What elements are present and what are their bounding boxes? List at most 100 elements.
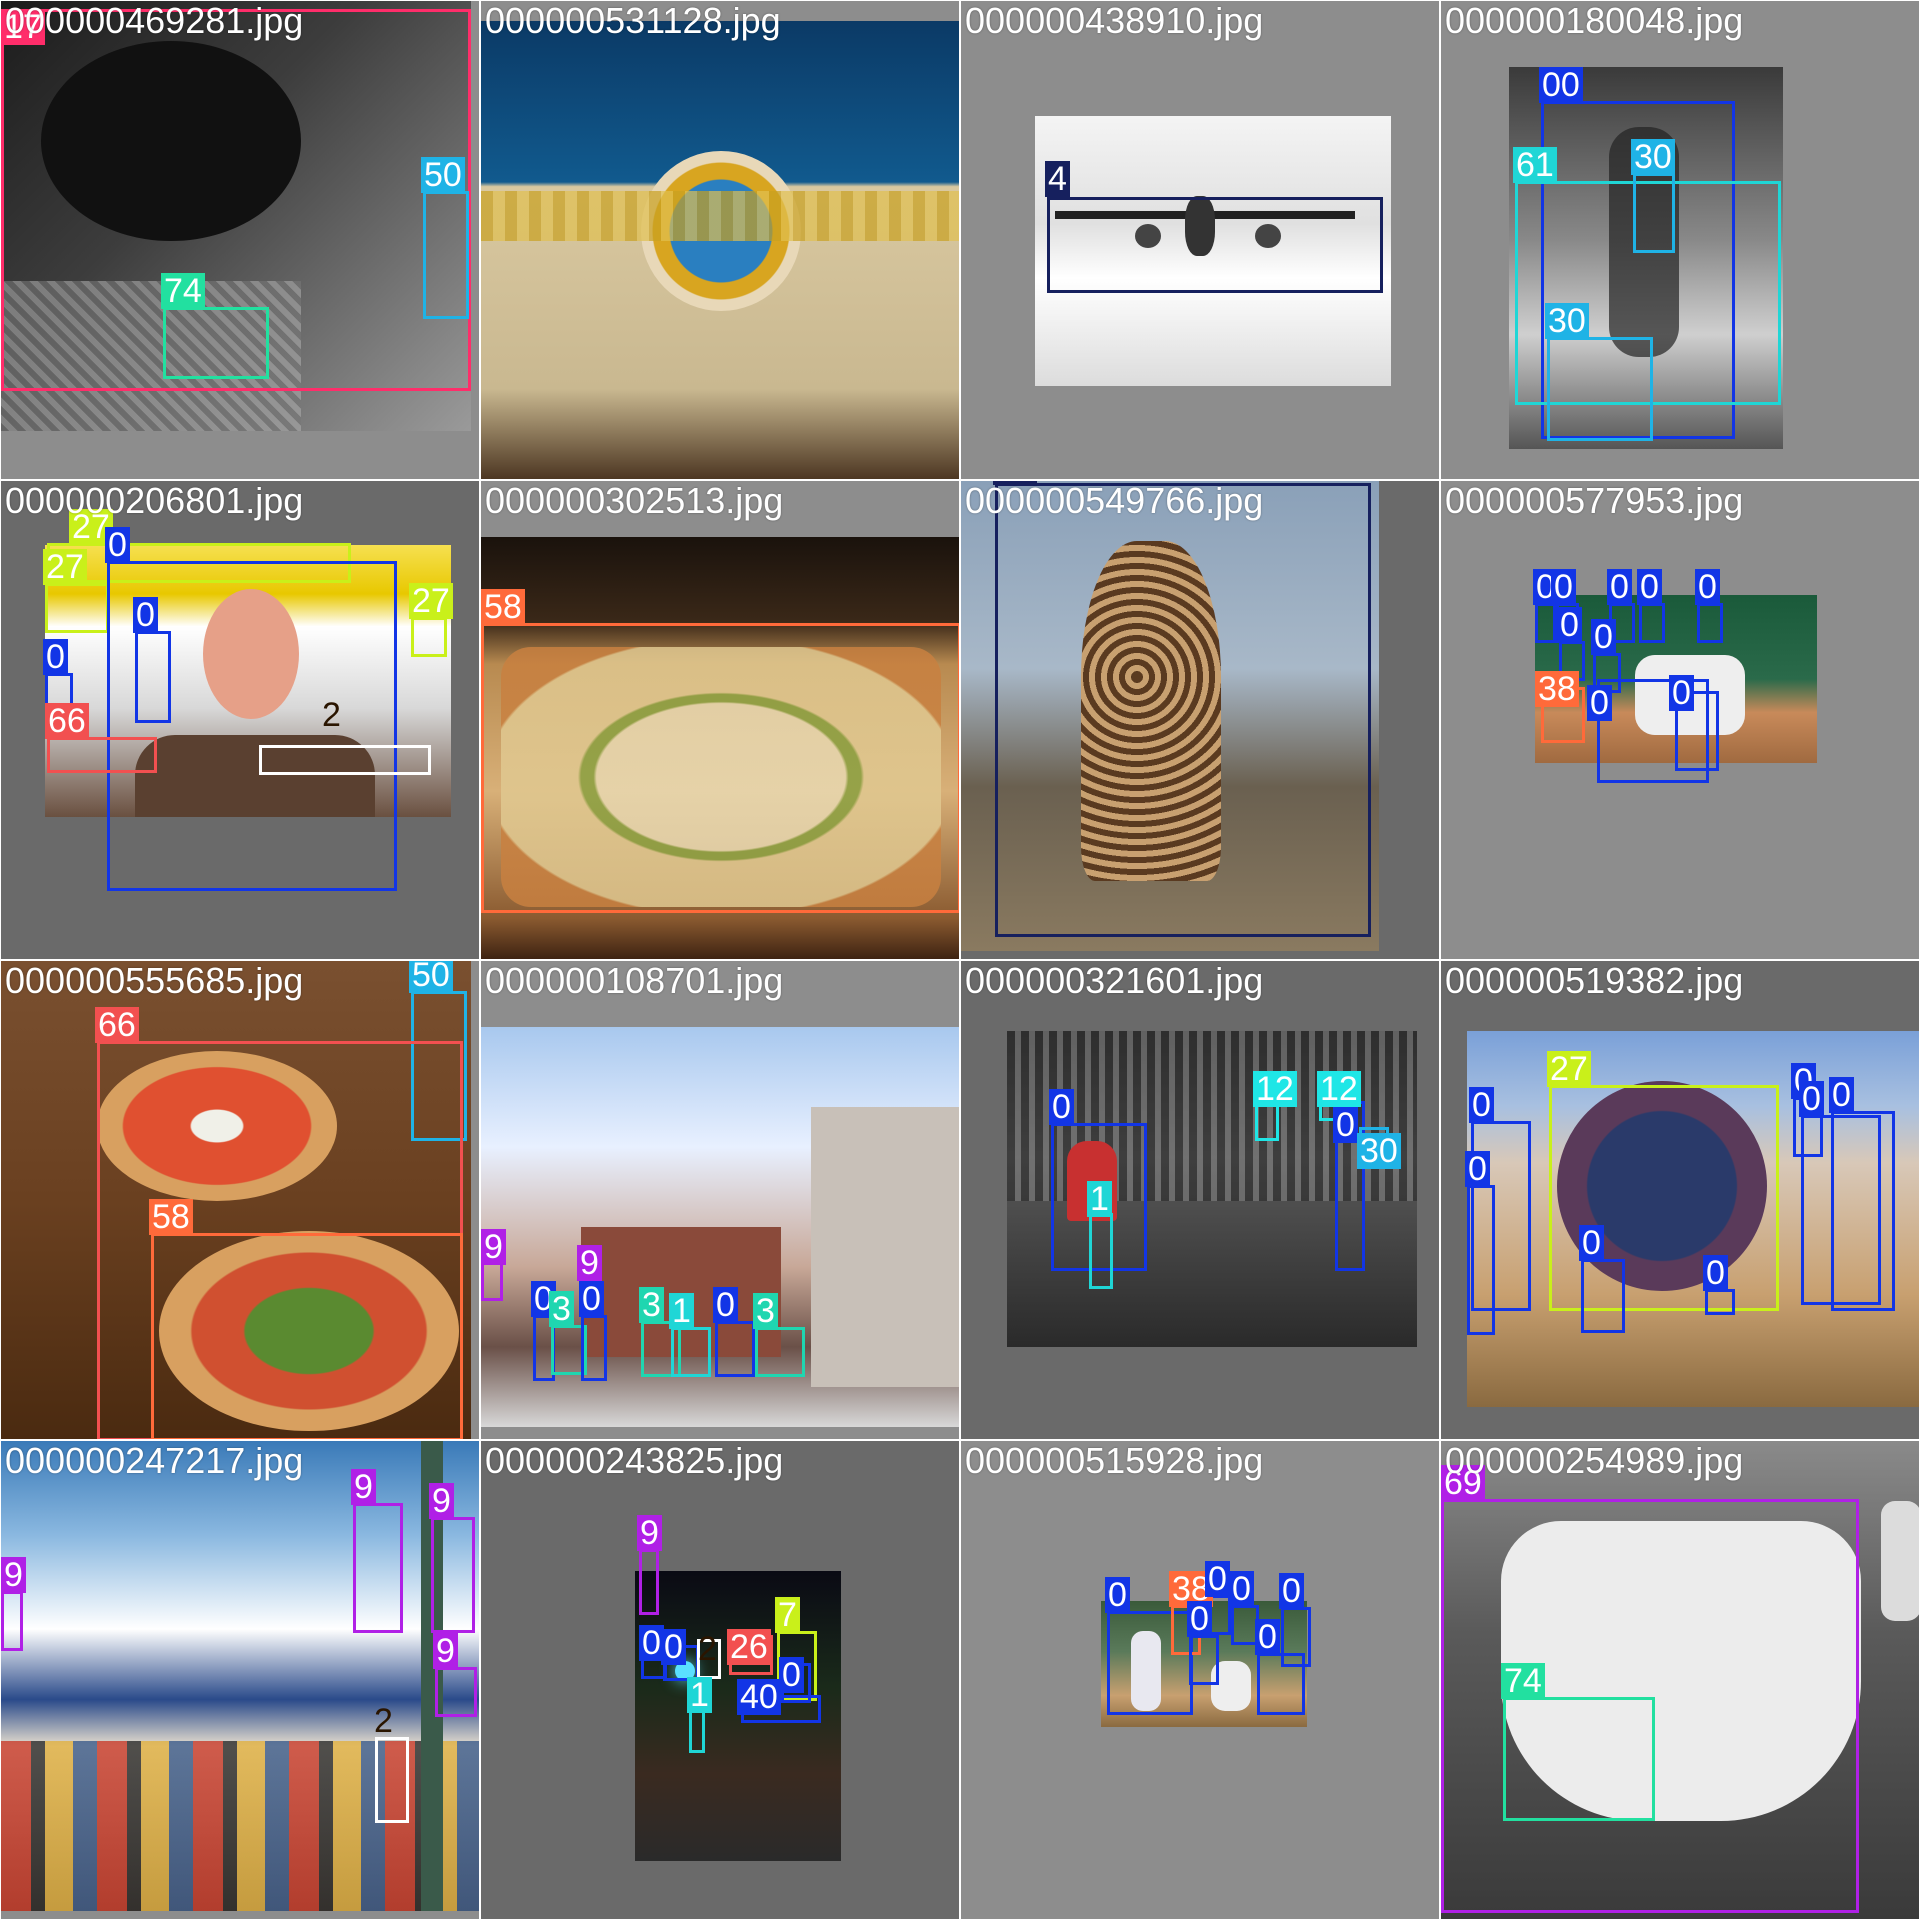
file-name: 000000254989.jpg [1445,1440,1744,1481]
class-label: 61 [1513,147,1557,183]
tile: 000000519382.jpg 27 0 0 0 0 0 0 0 [1440,960,1920,1440]
bbox [1633,173,1675,253]
class-label: 0 [1255,1619,1280,1655]
bbox [45,583,109,633]
class-label: 26 [727,1629,771,1665]
bbox [581,1315,607,1381]
class-label: 0 [661,1629,686,1665]
tile: 000000254989.jpg 69 74 [1440,1440,1920,1920]
class-label: 7 [775,1597,800,1633]
class-label: 0 [779,1657,804,1693]
class-label: 0 [1557,607,1582,643]
file-name: 000000180048.jpg [1445,0,1744,41]
class-label: 0 [1279,1573,1304,1609]
class-label: 9 [577,1245,602,1281]
class-label: 74 [1501,1663,1545,1699]
tile: 000000531128.jpg [480,0,960,480]
tile: 000000549766.jpg 24 [960,480,1440,960]
bbox [259,745,431,775]
tile: 000000302513.jpg 58 [480,480,960,960]
class-label: 3 [753,1293,778,1329]
class-label: 66 [95,1007,139,1043]
bbox [1503,1697,1655,1821]
class-label: 0 [43,639,68,675]
class-label: 9 [351,1469,376,1505]
bbox [163,307,269,379]
class-label: 0 [713,1287,738,1323]
file-name: 000000469281.jpg [5,0,304,41]
file-name: 000000519382.jpg [1445,960,1744,1001]
class-label: 30 [1357,1133,1401,1169]
file-name: 000000206801.jpg [5,480,304,521]
tile: 000000243825.jpg 9 7 0 0 2 26 0 1 40 [480,1440,960,1920]
class-label: 27 [43,549,87,585]
class-label: 0 [1669,675,1694,711]
bbox [995,483,1371,937]
class-label: 2 [322,696,341,734]
file-name: 000000108701.jpg [485,960,784,1001]
class-label: 40 [737,1679,781,1715]
class-label: 0 [1637,569,1662,605]
file-name: 000000243825.jpg [485,1440,784,1481]
photo [1,1441,479,1911]
bbox [1089,1213,1113,1289]
class-label: 58 [481,589,525,625]
bbox [481,1261,503,1301]
class-label: 0 [1105,1577,1130,1613]
class-label: 0 [1469,1087,1494,1123]
bbox [151,1233,463,1439]
class-label: 1 [687,1677,712,1713]
class-label: 30 [1545,303,1589,339]
class-label: 0 [105,527,130,563]
class-label: 0 [133,597,158,633]
bbox [481,623,959,913]
tile: 000000108701.jpg 9 9 0 3 0 3 1 0 3 [480,960,960,1440]
class-label: 0 [1551,569,1576,605]
file-name: 000000549766.jpg [965,480,1264,521]
class-label: 27 [1547,1051,1591,1087]
class-label: 1 [669,1293,694,1329]
class-label: 0 [1591,619,1616,655]
file-name: 000000555685.jpg [5,960,304,1001]
class-label: 0 [1829,1077,1854,1113]
bbox [431,1517,475,1633]
class-label: 58 [149,1199,193,1235]
bbox [1257,1653,1305,1715]
bbox [135,631,171,723]
tile: 000000180048.jpg 00 61 30 30 [1440,0,1920,480]
class-label: 0 [579,1281,604,1317]
class-label: 9 [637,1515,662,1551]
class-label: 4 [1045,161,1070,197]
bbox [1467,1185,1495,1335]
bbox [1639,603,1665,643]
bbox [435,1667,477,1717]
bbox [1,1591,23,1651]
class-label: 0 [1587,685,1612,721]
tile: 000000469281.jpg 17 50 74 [0,0,480,480]
class-label: 0 [1695,569,1720,605]
class-label: 9 [1,1557,26,1593]
bbox [671,1327,711,1377]
class-label: 0 [1187,1601,1212,1637]
class-label: 12 [1317,1071,1361,1107]
file-name: 000000577953.jpg [1445,480,1744,521]
class-label: 9 [433,1633,458,1669]
class-label: 38 [1535,671,1579,707]
class-label: 0 [1205,1561,1230,1597]
file-name: 000000247217.jpg [5,1440,304,1481]
tile: 000000515928.jpg 0 38 0 0 0 0 0 [960,1440,1440,1920]
bbox [1831,1111,1895,1311]
class-label: 66 [45,703,89,739]
class-label: 1 [1087,1181,1112,1217]
file-name: 000000531128.jpg [485,0,781,41]
bbox [1697,603,1723,643]
file-name: 000000438910.jpg [965,0,1264,41]
class-label: 0 [1049,1089,1074,1125]
class-label: 50 [409,961,453,993]
bbox [715,1321,755,1377]
bbox [375,1737,409,1823]
file-name: 000000302513.jpg [485,480,784,521]
tile: 000000321601.jpg 0 12 12 0 30 1 [960,960,1440,1440]
class-label: 9 [481,1229,506,1265]
tile: 000000577953.jpg 0 0 0 0 0 0 0 38 0 0 [1440,480,1920,960]
